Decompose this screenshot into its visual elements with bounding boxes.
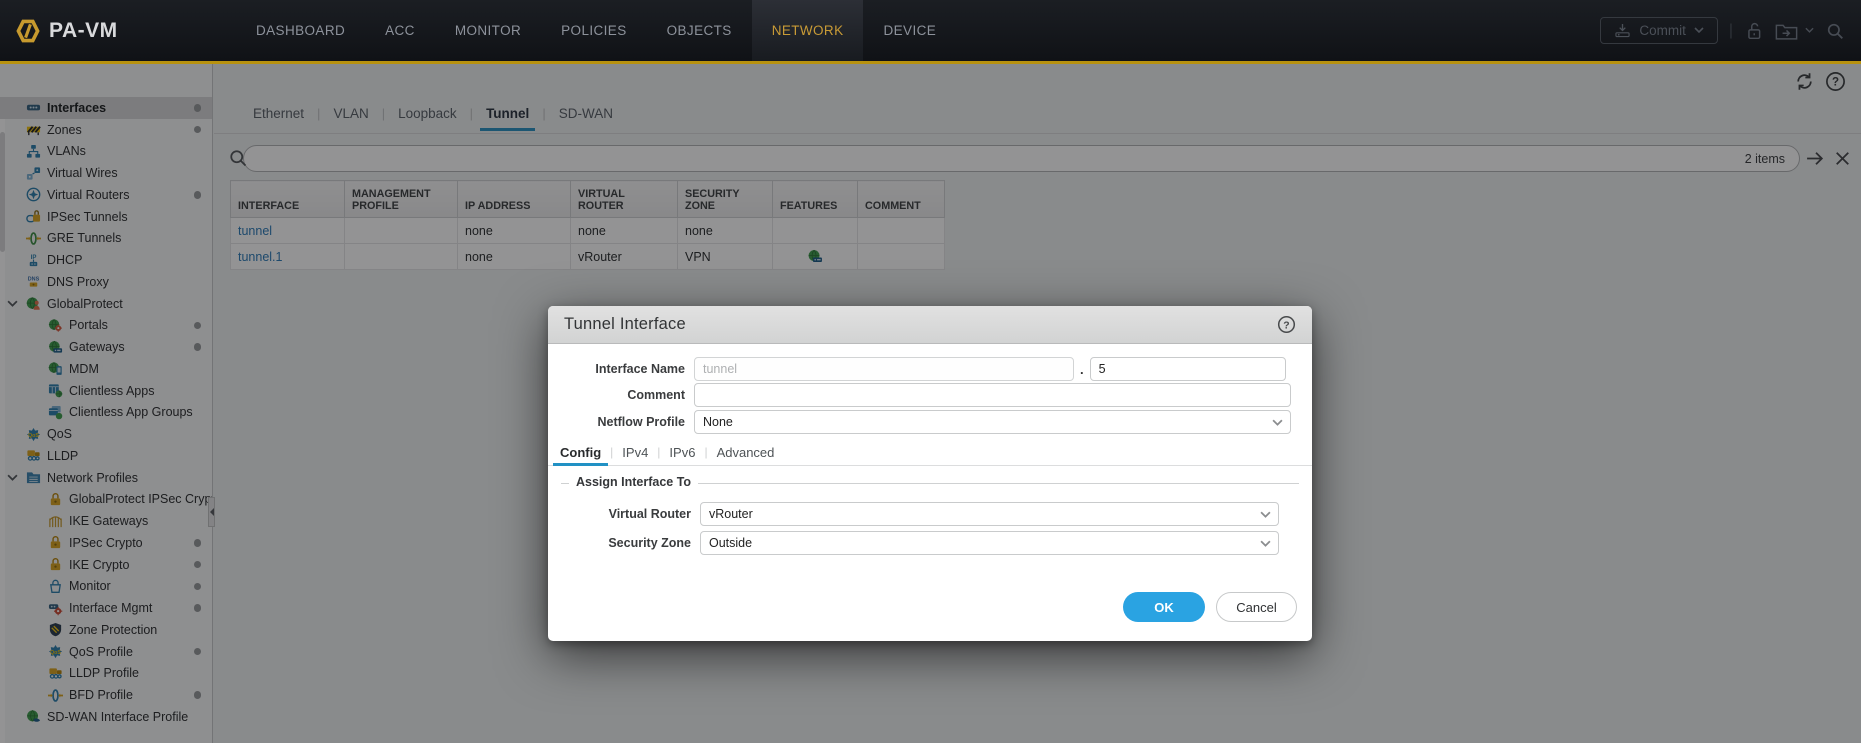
security-zone-label: Security Zone [548, 536, 700, 550]
chevron-down-icon [1805, 27, 1814, 34]
dialog-header: Tunnel Interface ? [548, 306, 1312, 344]
nav-tab-dashboard[interactable]: DASHBOARD [236, 0, 365, 61]
comment-row: Comment [548, 383, 1291, 407]
dialog-tab-ipv4[interactable]: IPv4 [613, 439, 657, 465]
netflow-profile-value: None [703, 415, 733, 429]
brand-logo: PA-VM [16, 0, 118, 61]
nav-tab-policies[interactable]: POLICIES [541, 0, 646, 61]
comment-label: Comment [548, 388, 694, 402]
subinterface-number-input[interactable] [1090, 357, 1286, 381]
comment-input[interactable] [694, 383, 1291, 407]
nav-tab-objects[interactable]: OBJECTS [647, 0, 752, 61]
topbar-controls: Commit | [1600, 0, 1845, 61]
ok-button[interactable]: OK [1123, 592, 1205, 622]
topbar-divider: | [1729, 22, 1733, 40]
chevron-down-icon [1260, 511, 1271, 519]
assign-interface-group: Assign Interface To [561, 483, 1299, 484]
commit-button[interactable]: Commit [1600, 17, 1718, 44]
dialog-title: Tunnel Interface [564, 315, 686, 334]
svg-text:?: ? [1283, 320, 1289, 331]
virtual-router-row: Virtual Router vRouter [548, 502, 1279, 526]
virtual-router-value: vRouter [709, 507, 753, 521]
security-zone-value: Outside [709, 536, 752, 550]
cancel-button[interactable]: Cancel [1216, 592, 1297, 622]
dialog-buttons: OK Cancel [1123, 592, 1297, 622]
commit-download-icon [1614, 23, 1631, 38]
subinterface-separator: . [1080, 362, 1084, 377]
pan-logo-icon [16, 19, 40, 43]
pan-os-window: PA-VM DASHBOARDACCMONITORPOLICIESOBJECTS… [0, 0, 1861, 743]
chevron-down-icon [1272, 419, 1283, 427]
netflow-profile-label: Netflow Profile [548, 415, 694, 429]
dialog-tabs-divider [548, 465, 1312, 466]
main-nav-tabs: DASHBOARDACCMONITORPOLICIESOBJECTSNETWOR… [236, 0, 956, 61]
interface-name-label: Interface Name [548, 362, 694, 376]
assign-interface-legend: Assign Interface To [569, 475, 698, 489]
dialog-tab-advanced[interactable]: Advanced [708, 439, 784, 465]
nav-tab-network[interactable]: NETWORK [752, 0, 864, 61]
logo-text: PA-VM [49, 19, 118, 43]
top-navigation-bar: PA-VM DASHBOARDACCMONITORPOLICIESOBJECTS… [0, 0, 1861, 64]
chevron-down-icon [1694, 27, 1704, 34]
nav-tab-monitor[interactable]: MONITOR [435, 0, 541, 61]
chevron-down-icon [1260, 540, 1271, 548]
global-find-icon[interactable] [1825, 22, 1845, 40]
virtual-router-select[interactable]: vRouter [700, 502, 1279, 526]
nav-tab-device[interactable]: DEVICE [863, 0, 956, 61]
commit-label: Commit [1639, 23, 1686, 38]
config-changes-icon[interactable] [1775, 22, 1798, 40]
security-zone-row: Security Zone Outside [548, 531, 1279, 555]
netflow-profile-select[interactable]: None [694, 410, 1291, 434]
nav-tab-acc[interactable]: ACC [365, 0, 435, 61]
lock-open-icon[interactable] [1744, 22, 1764, 40]
dialog-tabs: Config|IPv4|IPv6|Advanced [551, 439, 783, 465]
dialog-tab-config[interactable]: Config [551, 439, 610, 465]
security-zone-select[interactable]: Outside [700, 531, 1279, 555]
interface-name-input[interactable] [694, 357, 1074, 381]
dialog-tab-ipv6[interactable]: IPv6 [660, 439, 704, 465]
tunnel-interface-dialog: Tunnel Interface ? Interface Name . Comm… [548, 306, 1312, 641]
virtual-router-label: Virtual Router [548, 507, 700, 521]
interface-name-row: Interface Name . [548, 357, 1286, 381]
netflow-profile-row: Netflow Profile None [548, 410, 1291, 434]
help-icon[interactable]: ? [1277, 315, 1296, 334]
